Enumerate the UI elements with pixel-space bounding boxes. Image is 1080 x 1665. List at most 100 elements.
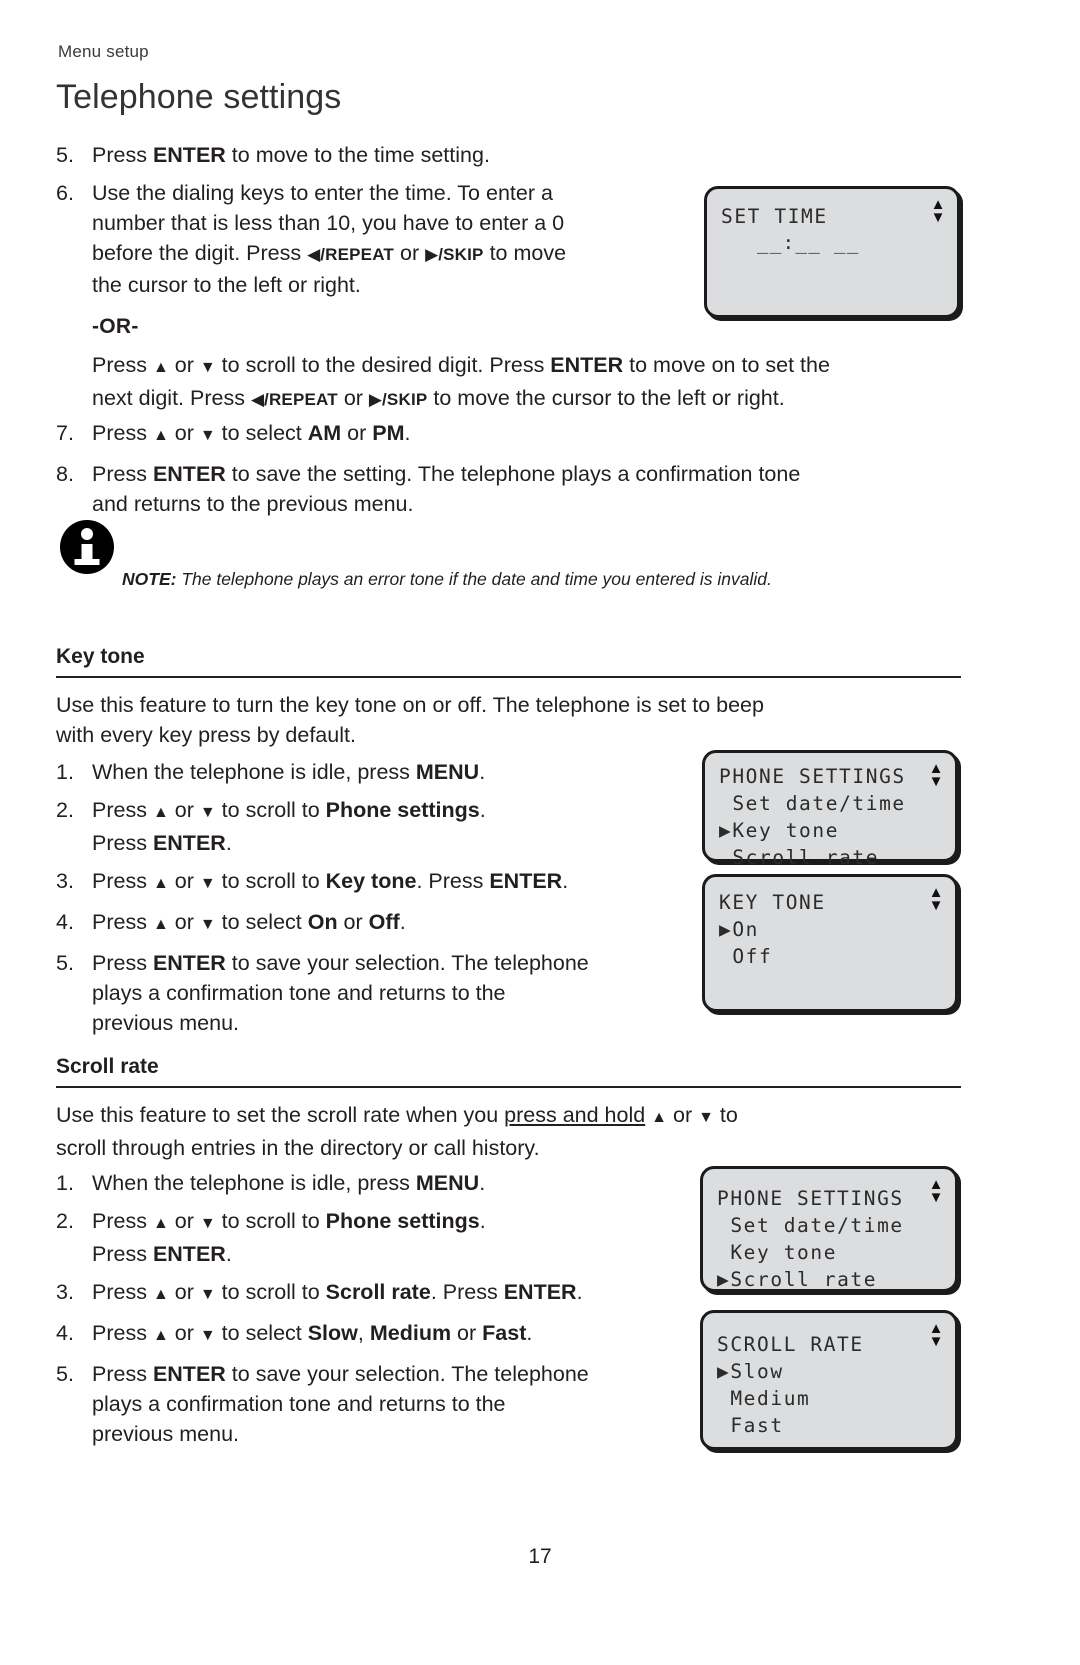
down-arrow-icon	[200, 910, 216, 934]
up-arrow-icon	[153, 798, 169, 822]
set-time-steps-7-8: 7. Press or to select AM or PM. 8. Press…	[56, 418, 976, 527]
section-rule	[56, 1086, 961, 1088]
set-time-steps-block: 5. Press ENTER to move to the time setti…	[56, 140, 696, 308]
scroll-rate-label: Scroll rate	[325, 1280, 431, 1304]
menu-key-label: MENU	[415, 760, 480, 784]
sr-s5-l3: previous menu.	[92, 1422, 239, 1446]
info-icon-dot	[81, 528, 93, 540]
enter-key-label: ENTER	[550, 353, 624, 377]
sr-s4-t5: or	[451, 1321, 483, 1345]
enter-key-label: ENTER	[503, 1280, 577, 1304]
lcd-menu-item: Medium	[717, 1385, 943, 1412]
set-time-ordered-list-2: 7. Press or to select AM or PM. 8. Press…	[56, 418, 976, 519]
lcd-title: KEY TONE	[719, 891, 826, 914]
or-p2: or	[168, 353, 200, 377]
cursor-icon	[717, 1214, 730, 1237]
kt-s3-t4: . Press	[416, 869, 490, 893]
key-tone-steps: 1. When the telephone is idle, press MEN…	[56, 757, 686, 1046]
list-item: 1. When the telephone is idle, press MEN…	[56, 757, 686, 787]
scroll-down-icon: ▼	[928, 897, 944, 914]
step6-line3a: before the digit. Press	[92, 241, 308, 265]
down-arrow-icon	[698, 1103, 714, 1127]
kt-s1-t1: When the telephone is idle, press	[92, 760, 416, 784]
lcd-title: PHONE SETTINGS	[719, 765, 906, 788]
step6-line3e: to move	[483, 241, 567, 265]
lcd-screen-phone-settings-key-tone: ▲ ▼ PHONE SETTINGS Set date/time ▶Key to…	[702, 750, 958, 869]
kt-s4-t4: or	[337, 910, 369, 934]
list-number: 2.	[56, 1209, 74, 1233]
lcd-title: SET TIME	[721, 205, 828, 228]
sr-s1-text: When the telephone is idle, press MENU.	[92, 1171, 485, 1195]
cursor-icon: ▶	[719, 918, 733, 941]
sr-s3-t1: Press	[92, 1280, 153, 1304]
lcd-menu-item: ▶On	[719, 916, 943, 943]
step6-or: or	[394, 241, 426, 265]
lcd-menu-label: Fast	[730, 1414, 784, 1437]
list-item: 2. Press or to scroll to Phone settings.…	[56, 795, 686, 858]
right-arrow-icon	[369, 386, 382, 410]
lcd-screen-phone-settings-scroll-rate: ▲ ▼ PHONE SETTINGS Set date/time Key ton…	[700, 1166, 958, 1292]
or-separator: -OR-	[92, 315, 139, 338]
lcd-scroll-arrows: ▲ ▼	[927, 1177, 945, 1205]
list-number: 8.	[56, 462, 74, 486]
or-p5: to move on to set the	[623, 353, 830, 377]
note-message: The telephone plays an error tone if the…	[176, 569, 772, 589]
lcd-title: PHONE SETTINGS	[717, 1187, 904, 1210]
page-number: 17	[528, 1545, 552, 1568]
kt-s4-text: Press or to select On or Off.	[92, 910, 406, 934]
sr-s4-text: Press or to select Slow, Medium or Fast.	[92, 1321, 532, 1345]
cursor-icon	[717, 1241, 730, 1264]
kt-s1-text: When the telephone is idle, press MENU.	[92, 760, 485, 784]
list-item: 7. Press or to select AM or PM.	[56, 418, 976, 451]
lcd-menu-label: On	[732, 918, 760, 941]
cursor-icon	[717, 1414, 730, 1437]
list-number: 5.	[56, 1362, 74, 1386]
list-number: 1.	[56, 1171, 74, 1195]
cursor-icon: ▶	[719, 819, 733, 842]
up-arrow-icon	[651, 1103, 667, 1127]
lcd-menu-item: Fast	[717, 1412, 943, 1439]
step7-t4: or	[341, 421, 373, 445]
step7-t3: to select	[215, 421, 308, 445]
down-arrow-icon	[200, 869, 216, 893]
up-arrow-icon	[153, 353, 169, 377]
lcd-menu-label: Slow	[730, 1360, 784, 1383]
section-rule	[56, 676, 961, 678]
scroll-down-icon: ▼	[930, 209, 946, 226]
info-icon-stem	[74, 544, 100, 565]
step7-t2: or	[168, 421, 200, 445]
section-heading-key-tone: Key tone	[56, 645, 145, 668]
lcd-menu-label: Key tone	[732, 819, 840, 842]
cursor-icon: ▶	[717, 1268, 731, 1291]
menu-key-label: MENU	[415, 1171, 480, 1195]
list-number: 5.	[56, 951, 74, 975]
list-number: 4.	[56, 910, 74, 934]
enter-key-label: ENTER	[152, 951, 226, 975]
page-title: Telephone settings	[56, 78, 342, 116]
lcd-scroll-arrows: ▲ ▼	[927, 761, 945, 789]
set-time-ordered-list: 5. Press ENTER to move to the time setti…	[56, 140, 696, 300]
or-p1: Press	[92, 353, 153, 377]
kt-s5-l2: plays a confirmation tone and returns to…	[92, 981, 506, 1005]
sr-intro-line2: scroll through entries in the directory …	[56, 1136, 540, 1160]
skip-key-label: /SKIP	[382, 390, 428, 409]
down-arrow-icon	[200, 1321, 216, 1345]
sr-s4-t2: or	[168, 1321, 200, 1345]
info-icon	[60, 520, 114, 574]
kt-s2-l2c: .	[225, 831, 232, 855]
lcd-menu-item: ▶Slow	[717, 1358, 943, 1385]
lcd-time-value: __:__ __	[757, 232, 860, 254]
lcd-screen-set-time: ▲ ▼ SET TIME __:__ __	[704, 186, 960, 318]
lcd-inner: ▲ ▼ PHONE SETTINGS Set date/time Key ton…	[703, 1169, 955, 1291]
sr-intro-d: to	[713, 1103, 738, 1127]
cursor-icon	[719, 945, 732, 968]
list-item: 6. Use the dialing keys to enter the tim…	[56, 178, 696, 300]
list-item: 1. When the telephone is idle, press MEN…	[56, 1168, 686, 1198]
lcd-menu-label: Off	[732, 945, 773, 968]
up-arrow-icon	[153, 910, 169, 934]
step5-text: Press ENTER to move to the time setting.	[92, 143, 490, 167]
kt-s3-text: Press or to scroll to Key tone. Press EN…	[92, 869, 568, 893]
repeat-key-label: /REPEAT	[264, 390, 338, 409]
up-arrow-icon	[153, 421, 169, 445]
up-arrow-icon	[153, 869, 169, 893]
